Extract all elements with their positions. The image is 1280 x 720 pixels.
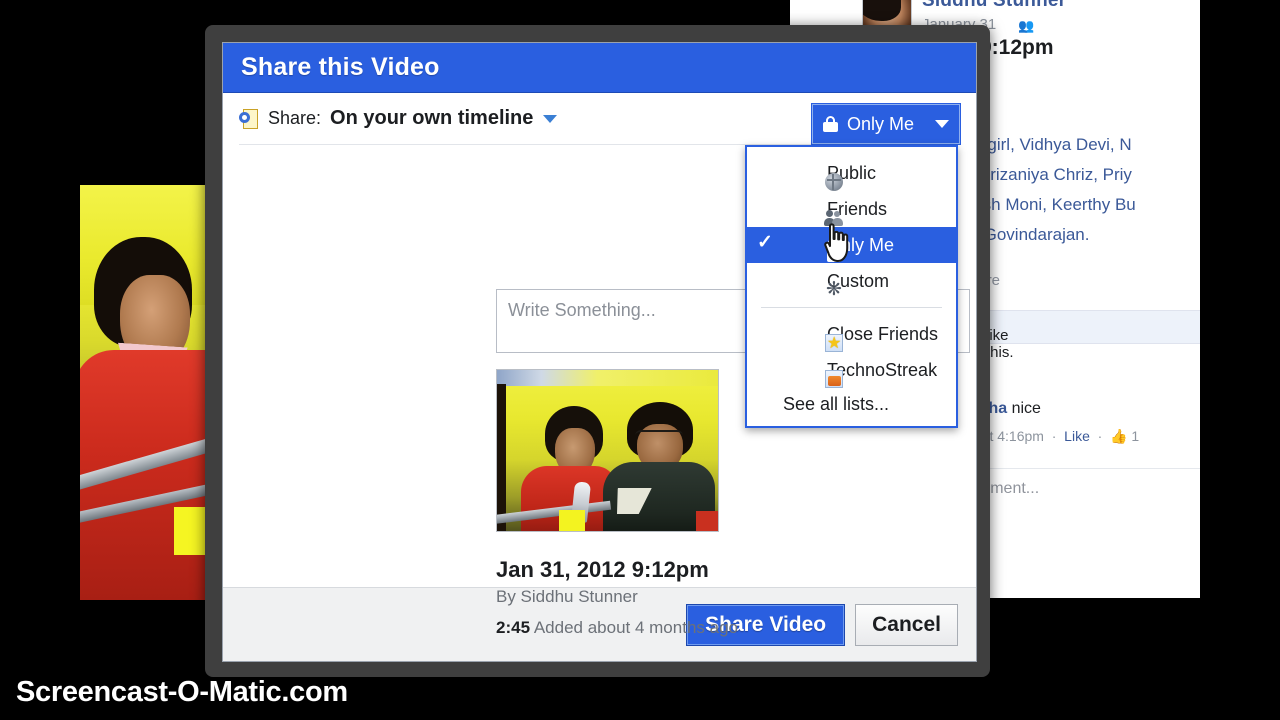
tag-line[interactable]: na Govindarajan. (960, 220, 1200, 250)
comment-like-button[interactable]: Like (1064, 428, 1090, 444)
background-photo (80, 185, 225, 600)
menu-item-custom[interactable]: ❋ Custom (747, 263, 956, 300)
dialog-header: Share this Video (223, 43, 976, 93)
cancel-button[interactable]: Cancel (855, 603, 958, 646)
friends-icon: 👥 (1018, 18, 1035, 33)
video-duration: 2:45 (496, 618, 531, 637)
comment-like-count: 1 (1131, 428, 1140, 444)
comment-row: uvitha nice (960, 400, 1200, 418)
menu-item-public[interactable]: Public (747, 155, 956, 191)
video-author: By Siddhu Stunner (496, 587, 638, 606)
compose-placeholder: Write Something... (508, 300, 656, 320)
share-label: Share: (268, 108, 322, 128)
video-meta: 2:45 Added about 4 months ago (496, 618, 738, 638)
tag-line[interactable]: n, Krizaniya Chriz, Priy (960, 160, 1200, 190)
menu-item-close-friends[interactable]: Close Friends (747, 316, 956, 353)
chevron-down-icon[interactable] (543, 114, 558, 123)
menu-item-only-me[interactable]: ✓ Only Me (747, 227, 956, 263)
tag-line[interactable]: lategirl, Vidhya Devi, N (960, 130, 1200, 160)
globe-icon (825, 173, 843, 191)
thumbs-up-icon: 👍 (1110, 428, 1128, 444)
watermark: Screencast-O-Matic.com (16, 676, 348, 708)
video-thumbnail[interactable] (496, 369, 719, 532)
check-icon: ✓ (757, 232, 773, 253)
privacy-selector-button[interactable]: Only Me (811, 103, 961, 145)
privacy-selector-label: Only Me (847, 113, 915, 134)
share-page-icon (239, 108, 261, 130)
gear-icon: ❋ (826, 279, 842, 300)
screen: Siddhu Stunner January 31 👥 9:12pm lateg… (0, 0, 1280, 720)
post-author-name[interactable]: Siddhu Stunner (922, 0, 1066, 12)
friends-icon (824, 209, 843, 227)
menu-item-technostreak[interactable]: TechnoStreak (747, 352, 956, 388)
likes-suffix-text: like this. (986, 327, 1014, 361)
see-all-lists-link[interactable]: See all lists... (747, 388, 956, 420)
video-added: Added about 4 months ago (533, 618, 738, 637)
chevron-down-icon (935, 120, 949, 128)
menu-item-label: TechnoStreak (827, 359, 938, 380)
lock-icon (825, 245, 843, 263)
menu-item-label: Close Friends (827, 323, 939, 344)
comment-text: nice (1011, 400, 1041, 417)
menu-divider (761, 307, 942, 308)
video-title: Jan 31, 2012 9:12pm (496, 557, 709, 582)
share-target-value[interactable]: On your own timeline (330, 107, 533, 130)
comment-meta: 1 at 4:16pm · Like · 👍 1 (970, 428, 1140, 444)
tagged-people-list: lategirl, Vidhya Devi, N n, Krizaniya Ch… (960, 130, 1200, 250)
star-list-icon (825, 333, 843, 353)
lock-icon (823, 116, 838, 132)
briefcase-list-icon (825, 370, 843, 388)
tag-line[interactable]: onish Moni, Keerthy Bu (960, 190, 1200, 220)
post-time: 9:12pm (980, 36, 1054, 59)
page-title: Share this Video (241, 53, 440, 81)
menu-item-friends[interactable]: Friends (747, 191, 956, 227)
privacy-dropdown-menu: Public Friends ✓ Only Me ❋ Custom Close … (745, 145, 958, 428)
